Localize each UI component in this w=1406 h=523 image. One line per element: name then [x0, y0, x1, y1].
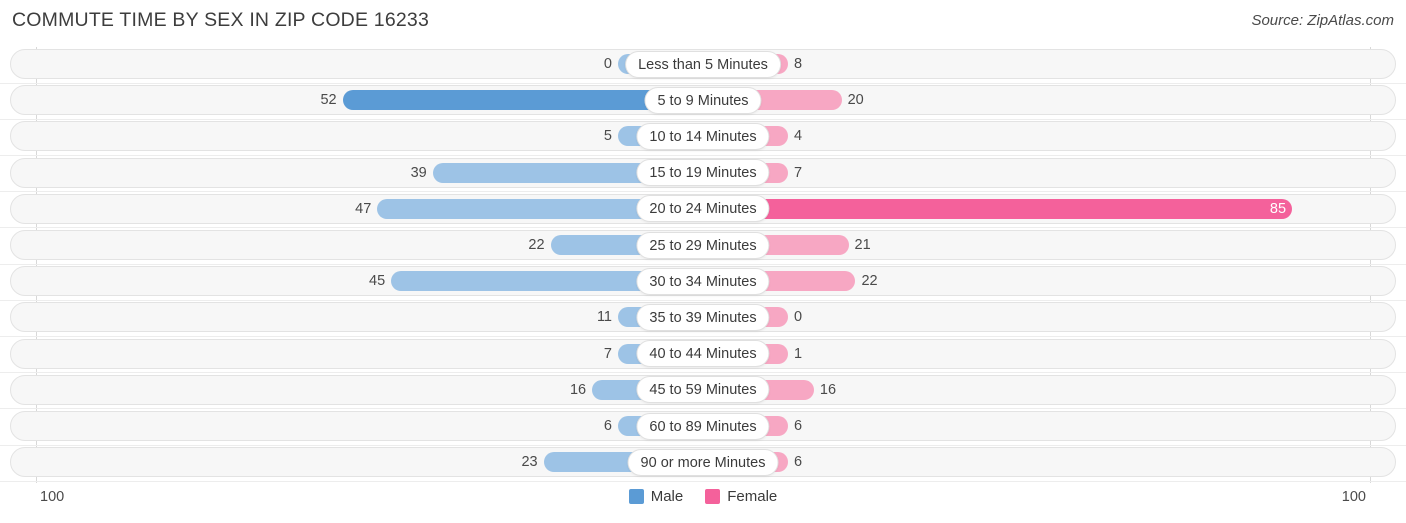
row-divider	[0, 480, 1406, 482]
chart-header: COMMUTE TIME BY SEX IN ZIP CODE 16233 So…	[0, 0, 1406, 42]
value-label-female: 85	[1269, 200, 1287, 217]
value-label-male: 16	[569, 381, 587, 398]
value-label-male: 5	[603, 128, 612, 145]
value-label-female: 8	[794, 56, 803, 72]
chart-row[interactable]: 39 7 15 to 19 Minutes	[0, 156, 1406, 193]
chart-row[interactable]: 47 85 20 to 24 Minutes	[0, 192, 1406, 229]
value-label-male: 45	[369, 273, 386, 290]
value-label-male: 22	[528, 237, 545, 253]
page-title: COMMUTE TIME BY SEX IN ZIP CODE 16233	[12, 9, 430, 31]
category-label[interactable]: 25 to 29 Minutes	[636, 231, 770, 259]
value-label-female: 1	[794, 345, 803, 362]
value-label-male: 6	[603, 418, 612, 434]
commute-time-chart: COMMUTE TIME BY SEX IN ZIP CODE 16233 So…	[0, 0, 1406, 523]
category-label[interactable]: Less than 5 Minutes	[625, 50, 781, 78]
chart-row[interactable]: 7 1 40 to 44 Minutes	[0, 337, 1406, 374]
category-label[interactable]: 90 or more Minutes	[627, 448, 779, 476]
chart-row[interactable]: 0 8 Less than 5 Minutes	[0, 47, 1406, 84]
value-label-female: 7	[794, 164, 803, 181]
legend-item-male[interactable]: Male	[628, 488, 684, 505]
value-label-male: 47	[355, 200, 372, 217]
category-label[interactable]: 40 to 44 Minutes	[636, 340, 770, 368]
legend-item-female[interactable]: Female	[705, 488, 777, 505]
value-label-male: 39	[410, 164, 427, 181]
value-label-female: 4	[794, 128, 803, 145]
value-label-male: 11	[596, 309, 612, 326]
legend: Male Female	[0, 488, 1406, 505]
chart-row[interactable]: 11 0 35 to 39 Minutes	[0, 300, 1406, 337]
plot-area: 0 8 Less than 5 Minutes 52 20 5 to 9 Minutes 5…	[0, 47, 1406, 483]
legend-label-female: Female	[727, 488, 778, 505]
legend-swatch-male-icon	[628, 489, 644, 504]
value-label-male: 23	[521, 454, 538, 471]
value-label-female: 21	[854, 237, 871, 253]
chart-footer: 100 100 Male Female	[0, 483, 1406, 523]
source-attribution: Source: ZipAtlas.com	[1251, 12, 1394, 29]
value-label-female: 6	[794, 418, 803, 434]
chart-row[interactable]: 6 6 60 to 89 Minutes	[0, 409, 1406, 446]
value-label-male: 52	[320, 92, 337, 109]
bar-female[interactable]	[703, 198, 1293, 219]
legend-label-male: Male	[650, 488, 684, 505]
value-label-female: 16	[819, 381, 837, 398]
category-label[interactable]: 60 to 89 Minutes	[636, 412, 770, 440]
value-label-male: 0	[603, 56, 612, 72]
value-label-female: 20	[847, 92, 864, 109]
legend-swatch-female-icon	[705, 489, 721, 504]
category-label[interactable]: 20 to 24 Minutes	[636, 195, 770, 223]
category-label[interactable]: 30 to 34 Minutes	[636, 267, 770, 295]
category-label[interactable]: 10 to 14 Minutes	[636, 122, 770, 150]
category-label[interactable]: 5 to 9 Minutes	[644, 86, 762, 114]
value-label-female: 0	[794, 309, 803, 326]
chart-row[interactable]: 16 16 45 to 59 Minutes	[0, 373, 1406, 410]
value-label-female: 22	[861, 273, 878, 290]
chart-row[interactable]: 52 20 5 to 9 Minutes	[0, 83, 1406, 120]
category-label[interactable]: 35 to 39 Minutes	[636, 303, 770, 331]
value-label-male: 7	[603, 345, 612, 362]
chart-row[interactable]: 45 22 30 to 34 Minutes	[0, 264, 1406, 301]
chart-row[interactable]: 5 4 10 to 14 Minutes	[0, 119, 1406, 156]
chart-row[interactable]: 22 21 25 to 29 Minutes	[0, 228, 1406, 265]
category-label[interactable]: 45 to 59 Minutes	[636, 376, 770, 404]
category-label[interactable]: 15 to 19 Minutes	[636, 159, 770, 187]
value-label-female: 6	[794, 454, 803, 471]
chart-row[interactable]: 23 6 90 or more Minutes	[0, 445, 1406, 482]
